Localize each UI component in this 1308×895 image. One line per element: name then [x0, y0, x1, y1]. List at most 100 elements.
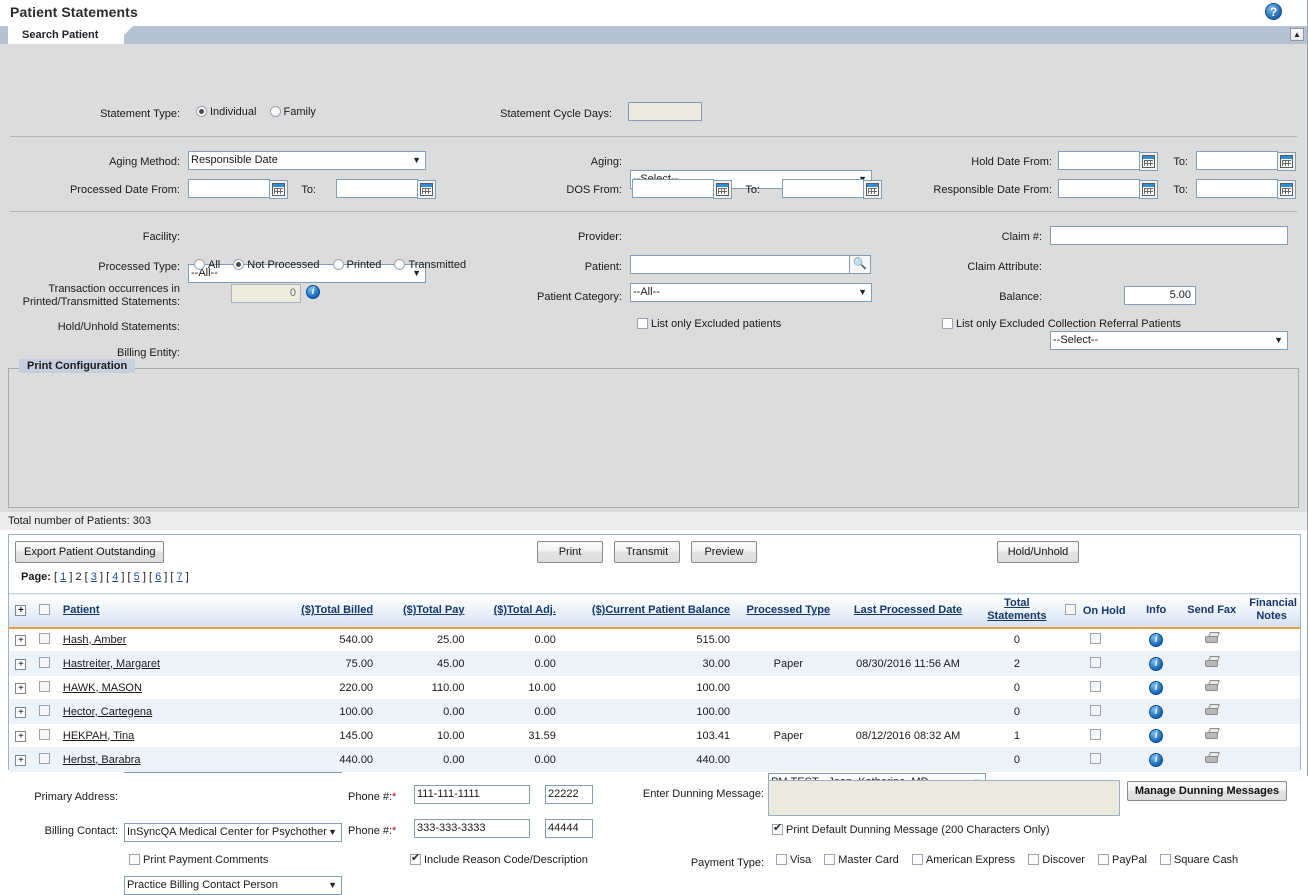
responsible-date-from-input[interactable]: [1058, 179, 1158, 199]
payment-type-visa-checkbox[interactable]: [776, 854, 787, 865]
export-patient-outstanding-button[interactable]: Export Patient Outstanding: [15, 541, 165, 563]
fax-icon[interactable]: [1203, 704, 1221, 717]
calendar-icon[interactable]: [1277, 180, 1296, 199]
expand-all-icon[interactable]: +: [15, 605, 27, 617]
column-total-billed-link[interactable]: ($)Total Billed: [301, 604, 373, 616]
dos-to-input[interactable]: [782, 179, 882, 199]
page-link-1-text[interactable]: 1: [60, 571, 66, 583]
preview-button[interactable]: Preview: [691, 541, 757, 563]
select-all-checkbox[interactable]: [39, 603, 51, 615]
help-icon[interactable]: ?: [1265, 3, 1282, 20]
primary-address-select[interactable]: InSyncQA Medical Center for Psychother ▼: [124, 823, 342, 842]
hold-date-to-input[interactable]: [1196, 151, 1296, 171]
page-link-7[interactable]: [ 7 ]: [170, 571, 188, 583]
patient-link[interactable]: HAWK, MASON: [63, 682, 142, 694]
processed-type-printed-radio[interactable]: [332, 259, 344, 270]
on-hold-checkbox[interactable]: [1089, 753, 1101, 764]
table-row[interactable]: + HAWK, MASON 220.00 110.00 10.00 100.00 0 i: [9, 675, 1300, 700]
include-reason-code-checkbox[interactable]: [410, 852, 421, 865]
on-hold-checkbox[interactable]: [1089, 705, 1101, 716]
hold-date-from-input[interactable]: [1058, 151, 1158, 171]
billing-contact-select[interactable]: Practice Billing Contact Person ▼: [124, 876, 342, 895]
column-total-adj-link[interactable]: ($)Total Adj.: [494, 604, 556, 616]
patient-input[interactable]: [630, 255, 850, 274]
patient-link[interactable]: Hector, Cartegena: [63, 706, 152, 718]
row-select-checkbox[interactable]: [39, 681, 51, 692]
column-current-patient-balance-link[interactable]: ($)Current Patient Balance: [592, 604, 730, 616]
statement-type-individual-radio[interactable]: [196, 106, 207, 117]
on-hold-checkbox[interactable]: [1089, 657, 1101, 668]
expand-row-icon[interactable]: +: [15, 682, 27, 694]
calendar-icon[interactable]: [417, 180, 436, 199]
aging-method-select[interactable]: Responsible Date ▼: [188, 151, 426, 170]
print-button[interactable]: Print: [537, 541, 603, 563]
patient-search-icon[interactable]: [850, 255, 871, 274]
on-hold-select-all-checkbox[interactable]: [1064, 603, 1076, 615]
patient-link[interactable]: HEKPAH, Tina: [63, 730, 134, 742]
table-row[interactable]: + Hastreiter, Margaret 75.00 45.00 0.00 30.00…: [9, 651, 1300, 676]
row-select-checkbox[interactable]: [39, 633, 51, 645]
column-total-pay-link[interactable]: ($)Total Pay: [403, 604, 465, 616]
processed-type-transmitted-radio[interactable]: [394, 259, 406, 270]
primary-phone-input[interactable]: 111-111-1111: [414, 785, 530, 804]
column-last-processed-date-link[interactable]: Last Processed Date: [854, 604, 962, 616]
payment-type-american-express-checkbox[interactable]: [911, 854, 923, 865]
info-icon[interactable]: i: [1149, 680, 1164, 695]
page-link-3-text[interactable]: 3: [91, 571, 97, 583]
print-default-dunning-checkbox[interactable]: [772, 822, 783, 835]
tab-search-patient[interactable]: Search Patient: [8, 26, 125, 44]
page-link-4-text[interactable]: 4: [112, 571, 118, 583]
row-select-checkbox[interactable]: [39, 729, 51, 740]
page-link-5[interactable]: [ 5 ]: [128, 571, 146, 583]
processed-type-not-processed-radio[interactable]: [233, 259, 245, 270]
table-row[interactable]: + HEKPAH, Tina 145.00 10.00 31.59 103.41 Paper…: [9, 723, 1300, 748]
page-link-7-text[interactable]: 7: [177, 571, 183, 583]
row-select-checkbox[interactable]: [39, 753, 51, 764]
patient-link[interactable]: Herbst, Barabra: [63, 754, 141, 766]
payment-type-paypal-checkbox[interactable]: [1098, 854, 1110, 865]
balance-value-input[interactable]: 5.00: [1124, 286, 1196, 305]
info-icon[interactable]: i: [1149, 632, 1164, 647]
column-total-statements-line1[interactable]: Total: [1004, 597, 1029, 609]
page-link-6-text[interactable]: 6: [155, 571, 161, 583]
table-row[interactable]: + Hash, Amber 540.00 25.00 0.00 515.00 0 i: [9, 627, 1300, 652]
collapse-panel-button[interactable]: ▲: [1290, 28, 1304, 41]
statement-cycle-days-input[interactable]: [628, 102, 702, 121]
page-link-5-text[interactable]: 5: [134, 571, 140, 583]
primary-phone-ext-input[interactable]: 22222: [545, 785, 593, 804]
info-icon[interactable]: i: [306, 285, 320, 299]
billing-phone-input[interactable]: 333-333-3333: [414, 819, 530, 838]
dos-from-input[interactable]: [632, 179, 732, 199]
on-hold-checkbox[interactable]: [1089, 681, 1101, 692]
info-icon[interactable]: i: [1149, 704, 1164, 719]
table-row[interactable]: + Hector, Cartegena 100.00 0.00 0.00 100.00 0 i: [9, 699, 1300, 724]
hold-unhold-button[interactable]: Hold/Unhold: [997, 541, 1079, 563]
statement-type-family-radio[interactable]: [269, 106, 281, 117]
claim-attribute-select[interactable]: --Select-- ▼: [1050, 331, 1288, 350]
expand-row-icon[interactable]: +: [15, 658, 27, 670]
column-processed-type-link[interactable]: Processed Type: [747, 604, 831, 616]
info-icon[interactable]: i: [1149, 728, 1164, 743]
print-payment-comments-checkbox[interactable]: [129, 854, 140, 865]
column-total-statements-line2[interactable]: Statements: [987, 610, 1046, 622]
processed-date-from-input[interactable]: [188, 179, 288, 199]
billing-phone-ext-input[interactable]: 44444: [545, 819, 593, 838]
payment-type-master-card-checkbox[interactable]: [824, 854, 836, 865]
calendar-icon[interactable]: [1277, 152, 1296, 171]
column-patient-link[interactable]: Patient: [63, 604, 100, 616]
provider-select[interactable]: --All-- ▼: [630, 283, 872, 302]
page-link-1[interactable]: [ 1 ]: [54, 571, 72, 583]
fax-icon[interactable]: [1203, 656, 1221, 669]
on-hold-checkbox[interactable]: [1089, 633, 1101, 645]
on-hold-checkbox[interactable]: [1089, 729, 1101, 740]
patient-link[interactable]: Hash, Amber: [63, 634, 127, 646]
payment-type-square-cash-checkbox[interactable]: [1159, 854, 1171, 865]
expand-row-icon[interactable]: +: [15, 730, 27, 742]
patient-link[interactable]: Hastreiter, Margaret: [63, 658, 160, 670]
expand-row-icon[interactable]: +: [15, 706, 27, 718]
info-icon[interactable]: i: [1149, 752, 1164, 767]
info-icon[interactable]: i: [1149, 656, 1164, 671]
expand-row-icon[interactable]: +: [15, 754, 27, 766]
responsible-date-to-input[interactable]: [1196, 179, 1296, 199]
fax-icon[interactable]: [1203, 728, 1221, 741]
